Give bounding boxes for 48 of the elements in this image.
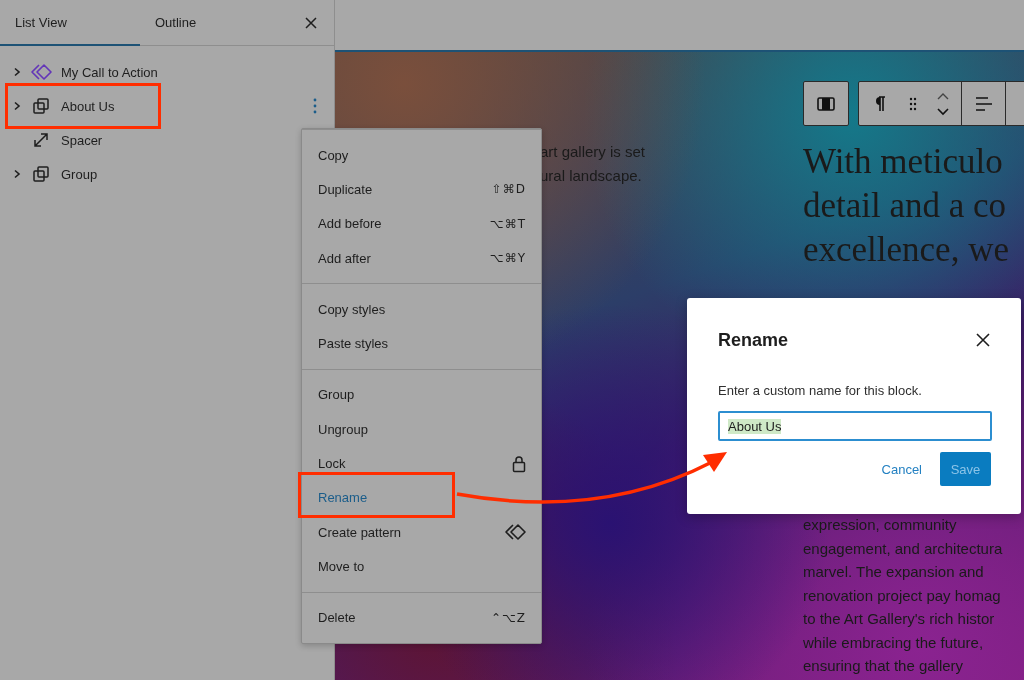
diagonal-arrows-icon [32, 131, 50, 149]
shortcut-text: ⇧⌘D [491, 182, 526, 197]
pilcrow-icon [874, 95, 886, 112]
name-input-field[interactable]: About Us [718, 411, 992, 441]
menu-item[interactable]: Create pattern [302, 514, 541, 550]
close-button[interactable] [305, 16, 317, 29]
heading-text: With meticulo detail and a co excellence, we [803, 141, 1010, 271]
overlapping-squares-icon [32, 97, 50, 115]
tree-item-label[interactable]: Spacer [61, 132, 103, 148]
align-icon [974, 96, 993, 111]
chevron-right-icon[interactable] [13, 67, 21, 77]
paragraph-text: expression, community engagement, and architectura marvel. The expansion and renovation project pay homag to the Art Gallery's rich histor while embracing the future, ensuring that the gallery [803, 515, 1004, 676]
lock-icon [512, 454, 526, 473]
sidebar-tab[interactable]: List View [0, 0, 140, 46]
menu-item[interactable]: Move to [302, 549, 541, 584]
drag-dots-icon [909, 96, 917, 111]
chevron-right-icon[interactable] [13, 169, 21, 179]
menu-item[interactable]: Group [302, 377, 541, 413]
close-icon [305, 16, 317, 29]
close-button[interactable] [975, 332, 991, 348]
close-icon [975, 332, 991, 348]
shortcut-text: ⌥⌘Y [489, 251, 526, 266]
up-down-chevrons-icon [936, 91, 950, 116]
dialog-title: Rename [718, 329, 789, 351]
menu-item[interactable]: Delete ⌃⌥Z [302, 600, 541, 635]
menu-item[interactable]: Duplicate ⇧⌘D [302, 172, 541, 207]
shortcut-text: ⌃⌥Z [490, 610, 526, 625]
shortcut-text: ⌥⌘T [489, 216, 526, 231]
pattern-icon [504, 523, 526, 542]
menu-item[interactable]: Copy [302, 138, 541, 173]
menu-item[interactable]: Add before ⌥⌘T [302, 206, 541, 241]
menu-item[interactable]: Lock [302, 446, 541, 481]
vertical-dots-icon [313, 98, 317, 114]
overlapping-squares-icon [32, 165, 50, 183]
tree-item-label[interactable]: My Call to Action [61, 64, 158, 80]
tree-item-label[interactable]: About Us [61, 98, 115, 114]
menu-item[interactable]: Add after ⌥⌘Y [302, 240, 541, 276]
cancel-button[interactable]: Cancel [873, 453, 930, 485]
tree-item-label[interactable]: Group [61, 166, 98, 182]
chevron-right-icon[interactable] [13, 101, 21, 111]
options-button[interactable] [313, 98, 317, 114]
sidebar-tab[interactable]: Outline [140, 0, 280, 46]
menu-item[interactable]: Ungroup [302, 412, 541, 447]
menu-item[interactable]: Paste styles [302, 326, 541, 361]
columns-icon [817, 96, 835, 111]
menu-item[interactable]: Copy styles [302, 292, 541, 327]
pattern-icon [30, 63, 52, 81]
field-label: Enter a custom name for this block. [718, 383, 923, 398]
